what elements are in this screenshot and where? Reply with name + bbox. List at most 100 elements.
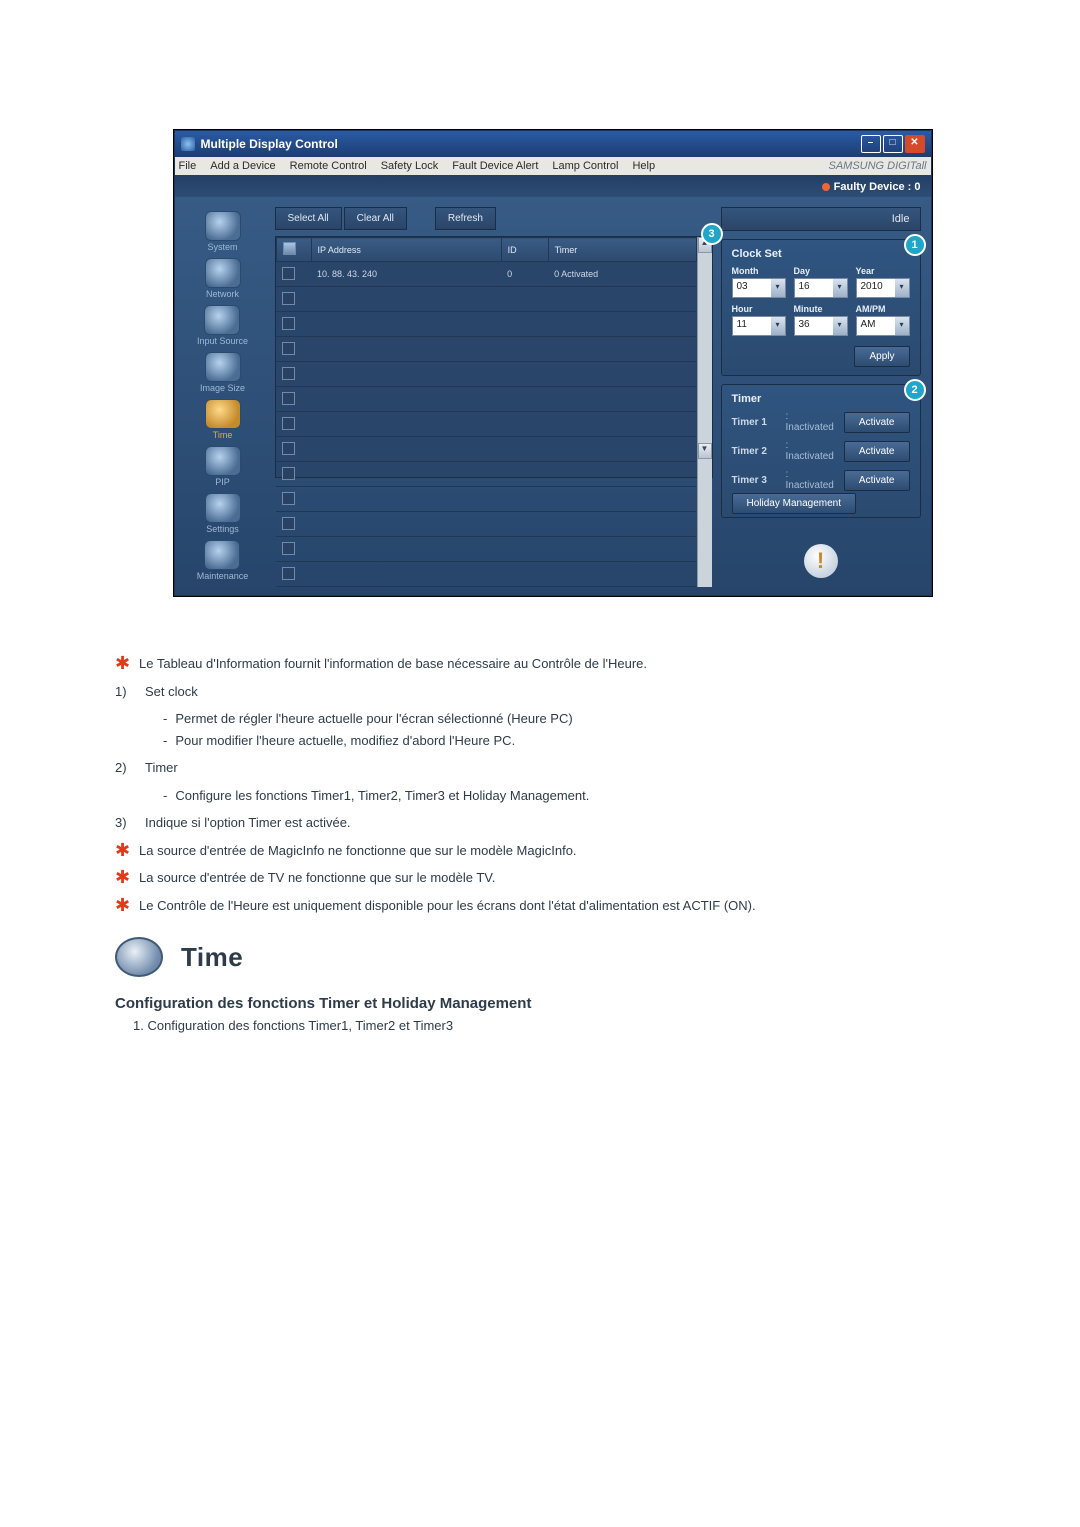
row-checkbox[interactable] bbox=[282, 417, 295, 430]
doc-text: Timer bbox=[145, 758, 178, 778]
timer-2-activate-button[interactable]: Activate bbox=[844, 441, 910, 462]
col-check[interactable] bbox=[276, 238, 311, 262]
scrollbar[interactable]: ▲ ▼ bbox=[697, 237, 712, 587]
faulty-device-label[interactable]: Faulty Device : 0 bbox=[822, 181, 921, 193]
maintenance-icon bbox=[204, 540, 240, 570]
title-bar: Multiple Display Control – □ ✕ bbox=[175, 131, 931, 157]
maximize-button[interactable]: □ bbox=[883, 135, 903, 153]
system-icon bbox=[205, 211, 241, 241]
apply-button[interactable]: Apply bbox=[854, 346, 909, 367]
table-row[interactable] bbox=[276, 562, 696, 587]
doc-text: Set clock bbox=[145, 682, 198, 702]
doc-block: ✱Le Tableau d'Information fournit l'info… bbox=[115, 654, 990, 701]
table-row[interactable] bbox=[276, 337, 696, 362]
callout-1: 1 bbox=[904, 234, 926, 256]
table-row[interactable] bbox=[276, 487, 696, 512]
cell-timer: 0 Activated bbox=[548, 262, 696, 287]
menu-bar: File Add a Device Remote Control Safety … bbox=[175, 157, 931, 175]
menu-fault[interactable]: Fault Device Alert bbox=[452, 160, 538, 172]
label-hour: Hour bbox=[732, 304, 786, 314]
sidebar-label: System bbox=[207, 242, 237, 252]
col-timer[interactable]: Timer bbox=[548, 238, 696, 262]
menu-lamp[interactable]: Lamp Control bbox=[552, 160, 618, 172]
select-all-button[interactable]: Select All bbox=[275, 207, 342, 230]
row-checkbox[interactable] bbox=[282, 517, 295, 530]
table-row[interactable] bbox=[276, 537, 696, 562]
row-checkbox[interactable] bbox=[282, 367, 295, 380]
table-row[interactable] bbox=[276, 312, 696, 337]
sidebar-item-input-source[interactable]: Input Source bbox=[197, 305, 248, 346]
select-year[interactable]: 2010▾ bbox=[856, 278, 910, 298]
row-checkbox[interactable] bbox=[282, 267, 295, 280]
warning-footer: ! bbox=[721, 544, 921, 578]
menu-remote[interactable]: Remote Control bbox=[290, 160, 367, 172]
holiday-management-button[interactable]: Holiday Management bbox=[732, 493, 857, 514]
check-all[interactable] bbox=[283, 242, 296, 255]
select-day[interactable]: 16▾ bbox=[794, 278, 848, 298]
table-row[interactable] bbox=[276, 437, 696, 462]
row-checkbox[interactable] bbox=[282, 317, 295, 330]
scroll-down-button[interactable]: ▼ bbox=[698, 443, 712, 459]
timer-3-label: Timer 3 bbox=[732, 475, 780, 486]
table-row[interactable]: 10. 88. 43. 240 0 0 Activated bbox=[276, 262, 696, 287]
timer-3-activate-button[interactable]: Activate bbox=[844, 470, 910, 491]
pip-icon bbox=[205, 446, 241, 476]
select-month[interactable]: 03▾ bbox=[732, 278, 786, 298]
sidebar-label: Time bbox=[213, 430, 233, 440]
table-row[interactable] bbox=[276, 287, 696, 312]
col-ip[interactable]: IP Address bbox=[311, 238, 501, 262]
section-title: Time bbox=[181, 942, 243, 973]
sidebar-item-network[interactable]: Network bbox=[205, 258, 241, 299]
table-row[interactable] bbox=[276, 462, 696, 487]
sidebar-item-maintenance[interactable]: Maintenance bbox=[197, 540, 249, 581]
doc-subline: Pour modifier l'heure actuelle, modifiez… bbox=[163, 731, 990, 751]
sidebar-item-pip[interactable]: PIP bbox=[205, 446, 241, 487]
row-checkbox[interactable] bbox=[282, 292, 295, 305]
sidebar-label: Input Source bbox=[197, 336, 248, 346]
window-title: Multiple Display Control bbox=[201, 137, 855, 151]
doc-text: La source d'entrée de TV ne fonctionne q… bbox=[139, 868, 495, 888]
brand-label: SAMSUNG DIGITall bbox=[828, 160, 926, 172]
timer-2-label: Timer 2 bbox=[732, 446, 780, 457]
minimize-button[interactable]: – bbox=[861, 135, 881, 153]
timer-1-activate-button[interactable]: Activate bbox=[844, 412, 910, 433]
col-id[interactable]: ID bbox=[501, 238, 548, 262]
menu-file[interactable]: File bbox=[179, 160, 197, 172]
select-hour[interactable]: 11▾ bbox=[732, 316, 786, 336]
refresh-button[interactable]: Refresh bbox=[435, 207, 496, 230]
status-idle: Idle bbox=[721, 207, 921, 231]
chevron-down-icon: ▾ bbox=[833, 279, 847, 297]
doc-text: Indique si l'option Timer est activée. bbox=[145, 813, 351, 833]
row-checkbox[interactable] bbox=[282, 492, 295, 505]
row-checkbox[interactable] bbox=[282, 342, 295, 355]
table-row[interactable] bbox=[276, 387, 696, 412]
table-row[interactable] bbox=[276, 512, 696, 537]
timer-row-1: Timer 1 : Inactivated Activate bbox=[732, 411, 910, 433]
table-row[interactable] bbox=[276, 362, 696, 387]
menu-safety[interactable]: Safety Lock bbox=[381, 160, 438, 172]
table-row[interactable] bbox=[276, 412, 696, 437]
faulty-bar: Faulty Device : 0 bbox=[175, 175, 931, 197]
clear-all-button[interactable]: Clear All bbox=[344, 207, 407, 230]
close-button[interactable]: ✕ bbox=[905, 135, 925, 153]
sidebar-item-system[interactable]: System bbox=[205, 211, 241, 252]
sidebar-item-settings[interactable]: Settings bbox=[205, 493, 241, 534]
row-checkbox[interactable] bbox=[282, 442, 295, 455]
menu-add-device[interactable]: Add a Device bbox=[210, 160, 275, 172]
menu-help[interactable]: Help bbox=[632, 160, 655, 172]
row-checkbox[interactable] bbox=[282, 467, 295, 480]
select-ampm[interactable]: AM▾ bbox=[856, 316, 910, 336]
select-minute[interactable]: 36▾ bbox=[794, 316, 848, 336]
star-bullet-icon: ✱ bbox=[115, 841, 129, 859]
sidebar-label: Image Size bbox=[200, 383, 245, 393]
star-bullet-icon: ✱ bbox=[115, 868, 129, 886]
row-checkbox[interactable] bbox=[282, 392, 295, 405]
timer-1-label: Timer 1 bbox=[732, 417, 780, 428]
doc-subline: Configure les fonctions Timer1, Timer2, … bbox=[163, 786, 990, 806]
label-year: Year bbox=[856, 266, 910, 276]
sidebar-item-image-size[interactable]: Image Size bbox=[200, 352, 245, 393]
row-checkbox[interactable] bbox=[282, 567, 295, 580]
sidebar-item-time[interactable]: Time bbox=[205, 399, 241, 440]
row-checkbox[interactable] bbox=[282, 542, 295, 555]
doc-text: La source d'entrée de MagicInfo ne fonct… bbox=[139, 841, 577, 861]
